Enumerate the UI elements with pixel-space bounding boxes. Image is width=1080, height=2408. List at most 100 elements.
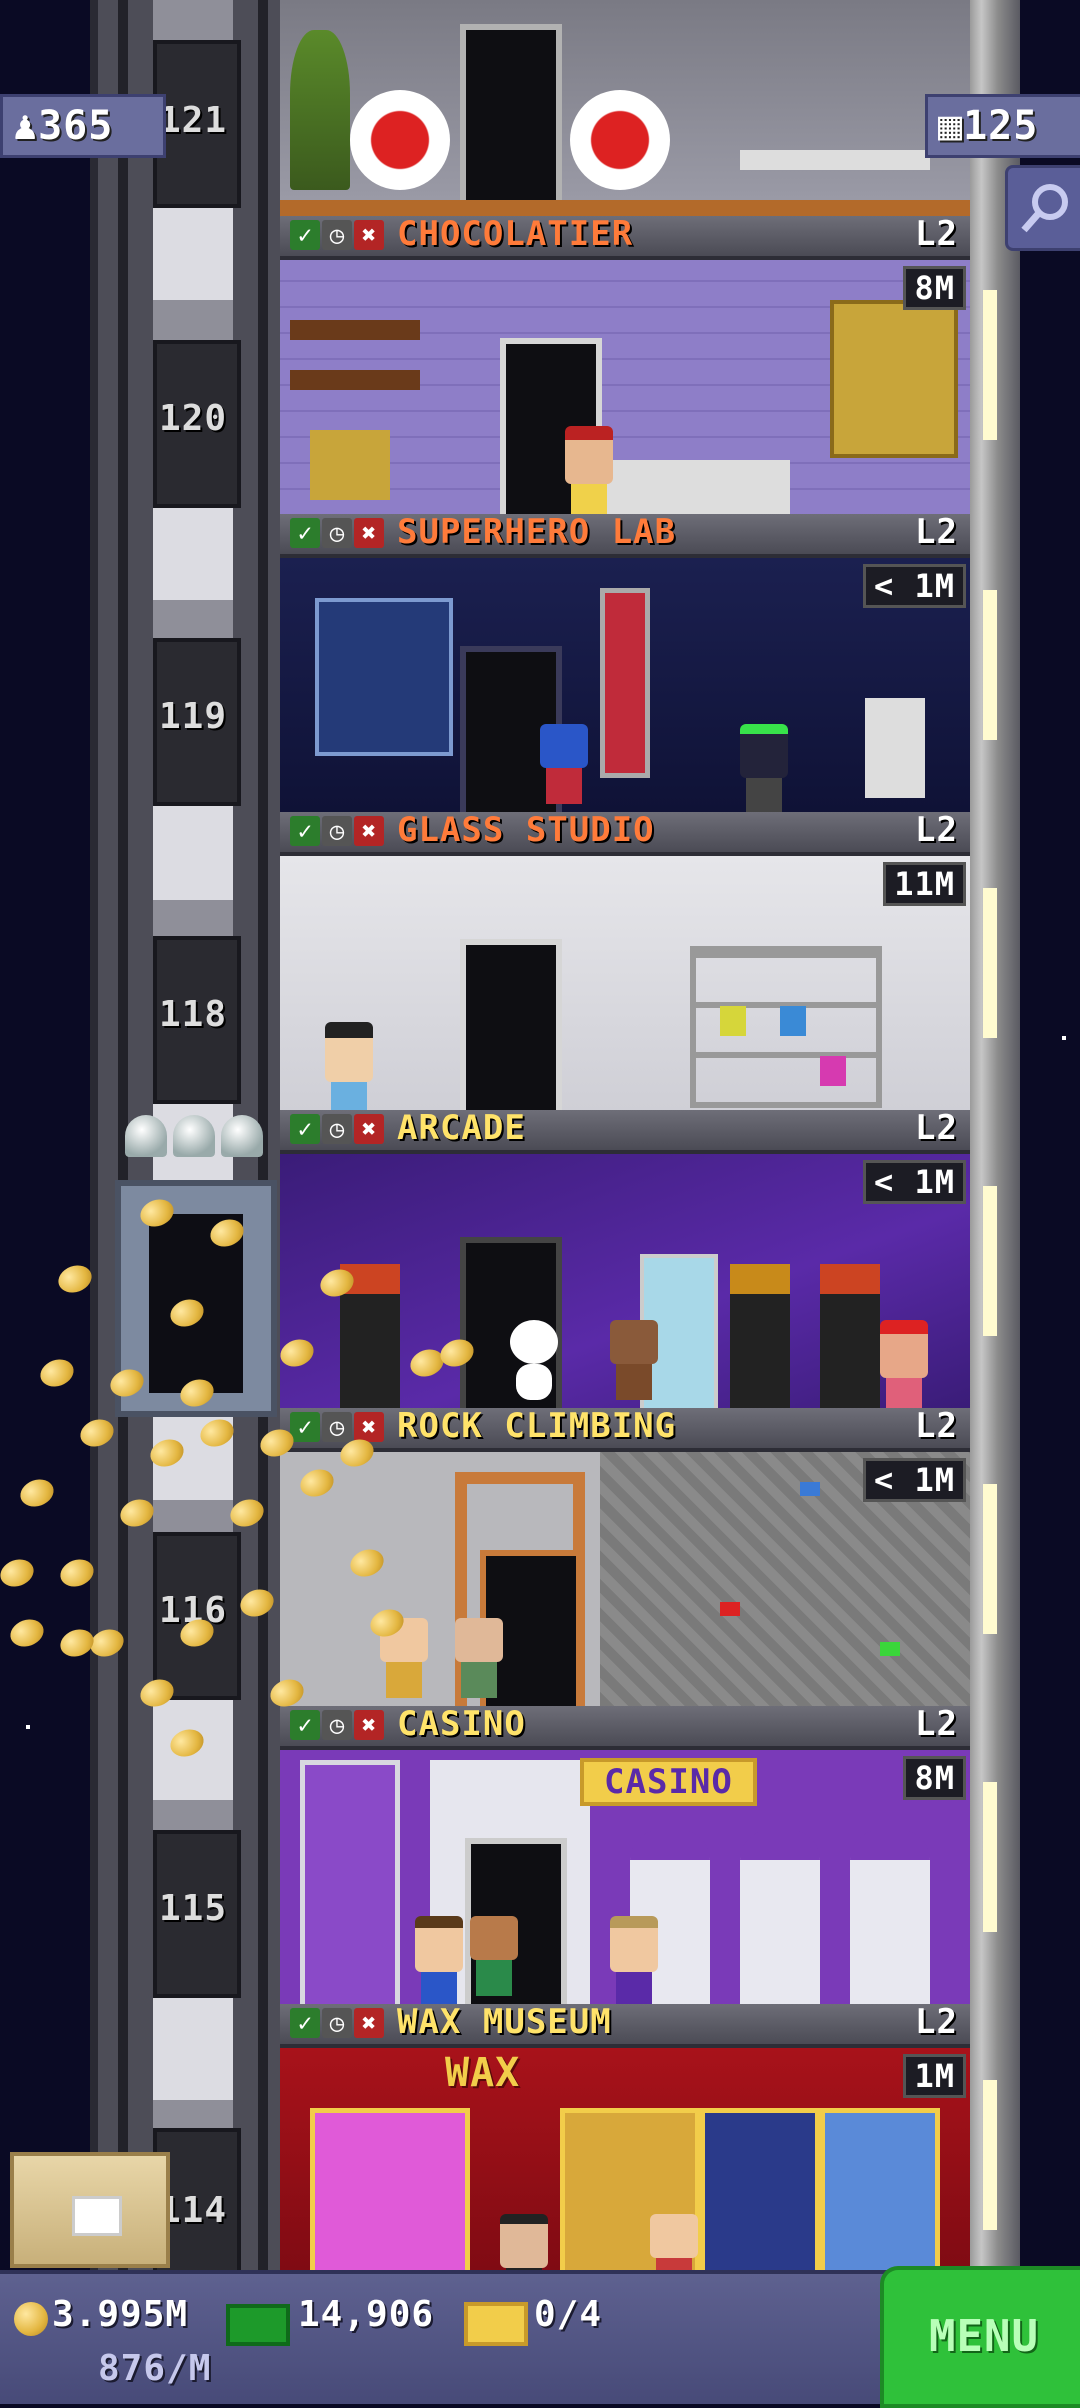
building-icon: ▦ [938,103,964,149]
wax-exhibit [700,2108,820,2270]
wax-exhibit [820,2108,940,2270]
slot-machine [850,1830,930,2004]
floor-level: L2 [915,514,958,552]
floor-rock-climbing[interactable]: ✓ ◷ ✖ ROCK CLIMBING L2 < 1M [280,1408,970,1706]
close-icon: ✖ [354,816,384,846]
floor-header: ✓ ◷ ✖ WAX MUSEUM L2 [280,2004,970,2048]
floor-name: GLASS STUDIO [397,812,655,850]
wax-sign: WAX [445,2050,521,2096]
magnifier-icon [1021,184,1068,233]
clock-icon: ◷ [322,1412,352,1442]
floors-badge[interactable]: ▦125 [925,94,1080,158]
floor-status-icons: ✓ ◷ ✖ [290,220,384,250]
floor-arcade[interactable]: ✓ ◷ ✖ ARCADE L2 < 1M [280,1110,970,1408]
climbing-hold [800,1482,820,1496]
visitor-character [415,1916,463,2004]
check-icon: ✓ [290,1114,320,1144]
building-frame [965,0,1020,2270]
floor-status-icons: ✓ ◷ ✖ [290,1710,384,1740]
coin-icon [36,1354,78,1392]
climbing-hold [880,1642,900,1656]
crate-icon [10,2152,170,2268]
shaft-number: 118 [158,994,228,1035]
menu-button[interactable]: MENU [880,2266,1080,2408]
visitor-character [500,2214,548,2270]
floor-status-icons: ✓ ◷ ✖ [290,1114,384,1144]
ticket-icon [464,2302,528,2346]
population-count: 365 [38,103,114,149]
check-icon: ✓ [290,816,320,846]
ticket-count: 0/4 [534,2294,603,2335]
person-icon: ♟ [13,103,39,149]
floor-status-icons: ✓ ◷ ✖ [290,2008,384,2038]
frame-light [983,1186,997,1336]
clock-icon: ◷ [322,220,352,250]
floor-office-partial[interactable] [280,0,970,216]
floor-header: ✓ ◷ ✖ SUPERHERO LAB L2 [280,514,970,558]
income-timer: 1M [903,2054,966,2098]
population-badge[interactable]: ♟365 [0,94,166,158]
floor-wax-museum[interactable]: ✓ ◷ ✖ WAX MUSEUM L2 WAX 1M [280,2004,970,2270]
check-icon: ✓ [290,2008,320,2038]
check-icon: ✓ [290,518,320,548]
bux-icon [226,2304,290,2346]
floor-status-icons: ✓ ◷ ✖ [290,816,384,846]
coin-icon [6,1614,48,1652]
floor-name: SUPERHERO LAB [397,514,677,552]
close-icon: ✖ [354,1710,384,1740]
floor-name: CASINO [397,1706,526,1744]
income-timer: < 1M [862,1458,966,1502]
chocolate-shelf [290,320,420,340]
office-desk [740,150,930,170]
room-interior: WAX [280,2048,970,2270]
visitor-character [650,2214,698,2270]
casino-sign: CASINO [580,1758,757,1806]
income-timer: 8M [903,266,966,310]
clock-icon: ◷ [322,518,352,548]
frame-light [983,290,997,440]
visitor-character [880,1320,928,1408]
income-timer: < 1M [862,1160,966,1204]
floor-glass-studio[interactable]: ✓ ◷ ✖ GLASS STUDIO L2 11M [280,812,970,1110]
room-door [460,939,562,1110]
search-button[interactable] [1005,165,1080,251]
crate-button[interactable] [0,2150,175,2270]
bux-balance: 14,906 [298,2294,435,2335]
glass-vase [820,1056,846,1086]
floor-superhero-lab[interactable]: ✓ ◷ ✖ SUPERHERO LAB L2 < 1M [280,514,970,812]
floor-status-icons: ✓ ◷ ✖ [290,518,384,548]
floor-casino[interactable]: ✓ ◷ ✖ CASINO L2 CASINO 8M [280,1706,970,2004]
elevator-top-lights [125,1115,265,1175]
floor-level: L2 [915,216,958,254]
floor-name: ROCK CLIMBING [397,1408,677,1446]
clock-icon: ◷ [322,816,352,846]
coin-balance: 3.995M [52,2294,189,2335]
gold-pot [310,430,390,500]
income-timer: 8M [903,1756,966,1800]
visitor-character [610,1320,658,1400]
clock-icon: ◷ [322,1710,352,1740]
floor-header: ✓ ◷ ✖ CASINO L2 [280,1706,970,1750]
floor-header: ✓ ◷ ✖ ROCK CLIMBING L2 [280,1408,970,1452]
slot-machine [740,1830,820,2004]
chocolate-counter [590,460,790,514]
income-timer: < 1M [862,564,966,608]
office-door [460,24,562,200]
room-interior [280,856,970,1110]
close-icon: ✖ [354,220,384,250]
hero-blueprint [315,598,453,756]
coin-icon [0,1554,38,1592]
chocolate-tank [830,300,958,458]
dome-light-icon [125,1115,167,1157]
chocolate-shelf [290,370,420,390]
floor-level: L2 [915,1408,958,1446]
visitor-character [470,1916,518,1996]
floor-chocolatier[interactable]: ✓ ◷ ✖ CHOCOLATIER L2 8M [280,216,970,514]
office-floor [280,200,970,216]
floor-name: WAX MUSEUM [397,2004,612,2042]
floor-header: ✓ ◷ ✖ ARCADE L2 [280,1110,970,1154]
star [26,1725,30,1729]
close-icon: ✖ [354,1114,384,1144]
coin-rate: 876/M [98,2348,212,2389]
floors-count: 125 [963,103,1039,149]
